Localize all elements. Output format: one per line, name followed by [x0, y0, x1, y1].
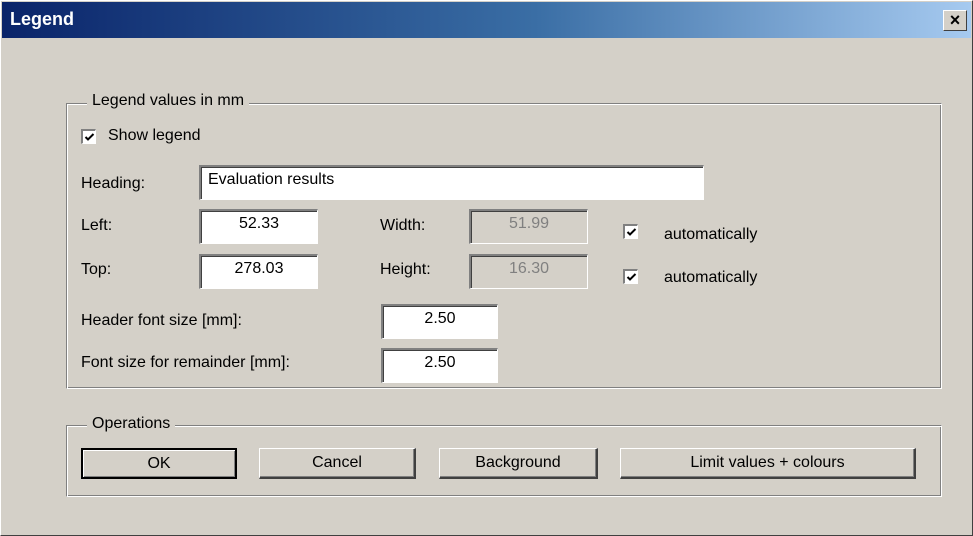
header-font-size-input[interactable]: 2.50	[381, 304, 498, 339]
limit-values-colours-button[interactable]: Limit values + colours	[620, 448, 916, 479]
height-auto-label: automatically	[664, 269, 758, 286]
cancel-button[interactable]: Cancel	[259, 448, 416, 479]
height-input: 16.30	[469, 254, 588, 289]
checkmark-icon	[626, 228, 637, 236]
operations-caption: Operations	[87, 415, 176, 433]
window-title: Legend	[10, 9, 75, 29]
left-label: Left:	[81, 217, 113, 234]
height-label: Height:	[380, 261, 431, 278]
checkmark-icon	[84, 133, 95, 141]
header-font-size-label: Header font size [mm]:	[81, 312, 242, 329]
show-legend-label: Show legend	[108, 127, 201, 144]
show-legend-checkbox[interactable]	[81, 129, 96, 144]
heading-label: Heading:	[81, 175, 146, 192]
ok-button[interactable]: OK	[81, 448, 237, 479]
title-bar[interactable]: Legend ×	[2, 2, 971, 38]
width-input: 51.99	[469, 209, 588, 244]
width-auto-checkbox[interactable]	[623, 224, 638, 239]
top-input[interactable]: 278.03	[199, 254, 318, 289]
background-button[interactable]: Background	[439, 448, 598, 479]
remainder-font-size-label: Font size for remainder [mm]:	[81, 354, 290, 371]
checkmark-icon	[626, 273, 637, 281]
heading-input[interactable]: Evaluation results	[199, 165, 704, 200]
height-auto-checkbox[interactable]	[623, 269, 638, 284]
legend-values-group	[66, 103, 942, 389]
close-icon: ×	[949, 10, 961, 30]
top-label: Top:	[81, 261, 112, 278]
legend-values-caption: Legend values in mm	[87, 92, 250, 110]
remainder-font-size-input[interactable]: 2.50	[381, 348, 498, 383]
left-input[interactable]: 52.33	[199, 209, 318, 244]
width-label: Width:	[380, 217, 426, 234]
width-auto-label: automatically	[664, 226, 758, 243]
close-button[interactable]: ×	[943, 10, 967, 31]
legend-dialog: Legend × Legend values in mm Show legend…	[0, 0, 973, 536]
